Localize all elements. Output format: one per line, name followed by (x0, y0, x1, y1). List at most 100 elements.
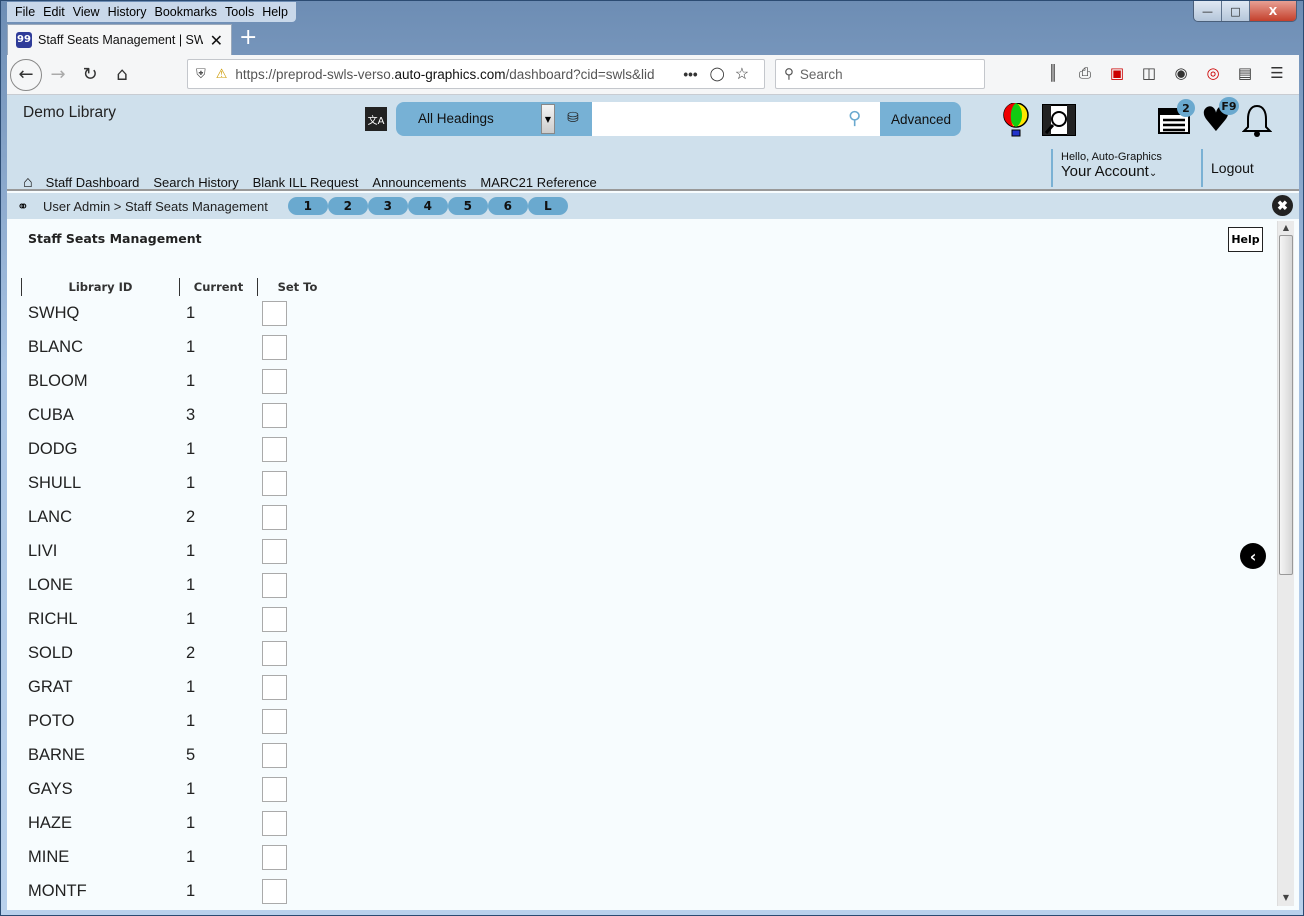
pill-l[interactable]: L (527, 197, 568, 215)
close-icon[interactable]: ✖ (1272, 195, 1293, 216)
pill-2[interactable]: 2 (327, 197, 368, 215)
menu-view[interactable]: View (69, 2, 104, 22)
table-row: SOLD 2 (28, 636, 287, 670)
close-window-button[interactable]: X (1250, 1, 1296, 21)
shield-icon[interactable]: ⛨ (196, 66, 206, 82)
advanced-search-button[interactable]: Advanced (881, 102, 961, 136)
set-to-input[interactable] (262, 674, 287, 700)
column-library-id[interactable]: Library ID (21, 278, 179, 296)
pill-3[interactable]: 3 (367, 197, 408, 215)
set-to-input[interactable] (262, 844, 287, 870)
column-set-to[interactable]: Set To (257, 278, 337, 296)
gift-icon[interactable]: ▤ (1233, 61, 1257, 85)
nav-marc21-reference[interactable]: MARC21 Reference (473, 173, 603, 193)
table-row: LONE 1 (28, 568, 287, 602)
breadcrumb-text[interactable]: User Admin > Staff Seats Management (43, 199, 268, 214)
set-to-input[interactable] (262, 776, 287, 802)
library-id-cell: BARNE (28, 745, 85, 764)
account-menu[interactable]: Hello, Auto-Graphics Your Account⌄ (1051, 149, 1162, 187)
menu-edit[interactable]: Edit (39, 2, 69, 22)
browser-tools: ║ ⎙ ▣ ◫ ◉ ◎ ▤ ☰ (1041, 61, 1289, 85)
browser-search-input[interactable]: ⚲ Search (775, 59, 985, 89)
current-seats-cell: 1 (186, 541, 196, 560)
logout-link[interactable]: Logout (1201, 149, 1254, 187)
your-account-label[interactable]: Your Account (1061, 163, 1149, 180)
library-name: Demo Library (23, 104, 117, 121)
minimize-button[interactable]: — (1194, 1, 1222, 21)
catalog-search-icon[interactable] (1041, 103, 1077, 137)
set-to-input[interactable] (262, 640, 287, 666)
menu-bookmarks[interactable]: Bookmarks (150, 2, 221, 22)
set-to-input[interactable] (262, 470, 287, 496)
current-seats-cell: 5 (186, 745, 196, 764)
set-to-input[interactable] (262, 708, 287, 734)
site-favicon-icon: 99 (16, 32, 32, 48)
lock-warning-icon[interactable]: ⚠ (216, 66, 228, 82)
set-to-input[interactable] (262, 334, 287, 360)
nav-announcements[interactable]: Announcements (365, 173, 473, 193)
pill-5[interactable]: 5 (447, 197, 488, 215)
column-current[interactable]: Current (179, 278, 257, 296)
list-icon[interactable]: 2 (1157, 99, 1195, 137)
forward-button[interactable]: → (42, 59, 74, 91)
favorites-heart-icon[interactable]: ♥ F9 (1199, 97, 1239, 137)
home-button[interactable]: ⌂ (106, 59, 138, 91)
set-to-input[interactable] (262, 572, 287, 598)
translate-icon[interactable]: 文A (365, 107, 387, 131)
search-scope-select[interactable]: All Headings (418, 111, 494, 126)
bell-notification-icon[interactable] (1241, 103, 1273, 137)
maximize-button[interactable]: □ (1222, 1, 1250, 21)
close-tab-icon[interactable]: ✕ (210, 31, 223, 50)
new-tab-button[interactable]: + (239, 25, 257, 50)
help-button[interactable]: Help (1228, 227, 1263, 252)
sidebar-icon[interactable]: ◫ (1137, 61, 1161, 85)
set-to-input[interactable] (262, 368, 287, 394)
menu-file[interactable]: File (11, 2, 39, 22)
set-to-input[interactable] (262, 504, 287, 530)
nav-search-history[interactable]: Search History (146, 173, 245, 193)
chevron-down-icon[interactable]: ▼ (541, 104, 555, 134)
url-bar[interactable]: ⛨ ⚠ https://preprod-swls-verso.auto-grap… (187, 59, 765, 89)
library-icon[interactable]: ║ (1041, 61, 1065, 85)
set-to-input[interactable] (262, 538, 287, 564)
pocket-icon[interactable]: ◯ (710, 66, 725, 82)
scroll-down-arrow[interactable]: ▼ (1278, 893, 1294, 902)
scrollbar-thumb[interactable] (1279, 235, 1293, 575)
set-to-input[interactable] (262, 436, 287, 462)
table-row: MINE 1 (28, 840, 287, 874)
mcafee-search-icon[interactable]: ◎ (1201, 61, 1225, 85)
set-to-input[interactable] (262, 606, 287, 632)
bookmark-star-icon[interactable]: ☆ (735, 64, 749, 84)
more-actions-icon[interactable]: ••• (683, 67, 697, 82)
library-id-cell: MONTF (28, 881, 87, 900)
mcafee-icon[interactable]: ▣ (1105, 61, 1129, 85)
hamburger-menu-icon[interactable]: ☰ (1265, 61, 1289, 85)
reload-button[interactable]: ↻ (74, 59, 106, 91)
vertical-scrollbar[interactable]: ▲ ▼ (1277, 221, 1294, 906)
pill-6[interactable]: 6 (487, 197, 528, 215)
current-seats-cell: 3 (186, 405, 196, 424)
menu-tools[interactable]: Tools (221, 2, 258, 22)
browser-tab[interactable]: 99 Staff Seats Management | SWLS ✕ (7, 24, 232, 55)
database-icon[interactable]: ⛁ (564, 110, 582, 128)
nav-blank-ill-request[interactable]: Blank ILL Request (246, 173, 366, 193)
set-to-input[interactable] (262, 300, 287, 326)
scroll-up-arrow[interactable]: ▲ (1278, 223, 1294, 232)
pill-4[interactable]: 4 (407, 197, 448, 215)
set-to-input[interactable] (262, 742, 287, 768)
url-text[interactable]: https://preprod-swls-verso.auto-graphics… (235, 67, 675, 82)
print-icon[interactable]: ⎙ (1073, 61, 1097, 85)
set-to-input[interactable] (262, 810, 287, 836)
menu-history[interactable]: History (104, 2, 151, 22)
pill-1[interactable]: 1 (287, 197, 328, 215)
account-icon[interactable]: ◉ (1169, 61, 1193, 85)
set-to-input[interactable] (262, 878, 287, 904)
chevron-left-icon[interactable]: ‹ (1240, 543, 1266, 569)
back-button[interactable]: ← (10, 58, 42, 91)
menu-help[interactable]: Help (258, 2, 292, 22)
balloon-icon[interactable] (1001, 103, 1031, 137)
set-to-input[interactable] (262, 402, 287, 428)
search-input[interactable] (592, 102, 880, 136)
home-icon[interactable]: ⌂ (23, 174, 33, 192)
search-icon[interactable]: ⚲ (848, 108, 861, 129)
